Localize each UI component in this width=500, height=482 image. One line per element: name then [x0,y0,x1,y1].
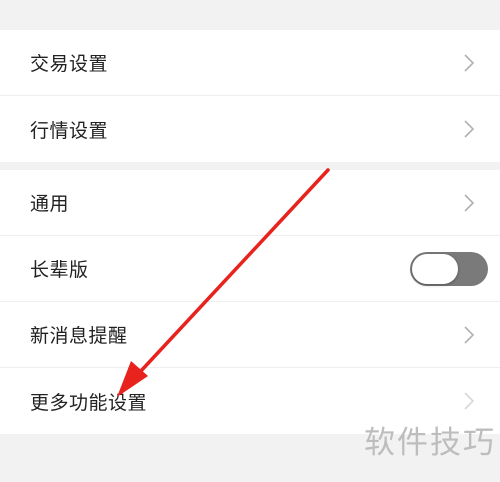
settings-row-trade-settings[interactable]: 交易设置 [0,30,500,96]
settings-row-market-settings[interactable]: 行情设置 [0,96,500,162]
chevron-right-icon [460,120,478,138]
settings-row-elder-mode: 长辈版 [0,236,500,302]
settings-row-general[interactable]: 通用 [0,170,500,236]
chevron-right-icon [460,53,478,72]
settings-screen: 交易设置 行情设置 通用 长辈版 新消息提醒 更多功能设置 软件技巧 [0,0,500,482]
row-label: 交易设置 [30,53,109,75]
row-label: 通用 [30,193,70,215]
chevron-right-icon [460,325,478,344]
watermark-text: 软件技巧 [364,425,496,461]
settings-row-message-reminder[interactable]: 新消息提醒 [0,302,500,368]
row-label: 长辈版 [30,259,89,281]
row-label: 更多功能设置 [30,391,148,414]
elder-mode-toggle[interactable] [410,251,488,286]
row-label: 新消息提醒 [30,325,128,347]
chevron-right-icon [460,193,478,212]
row-label: 行情设置 [30,119,109,142]
settings-group-general: 通用 长辈版 新消息提醒 更多功能设置 [0,170,500,434]
toggle-knob [412,253,458,284]
section-gap-middle [0,162,500,170]
chevron-right-icon [460,392,478,410]
settings-group-trading: 交易设置 行情设置 [0,30,500,162]
section-gap-top [0,0,500,30]
